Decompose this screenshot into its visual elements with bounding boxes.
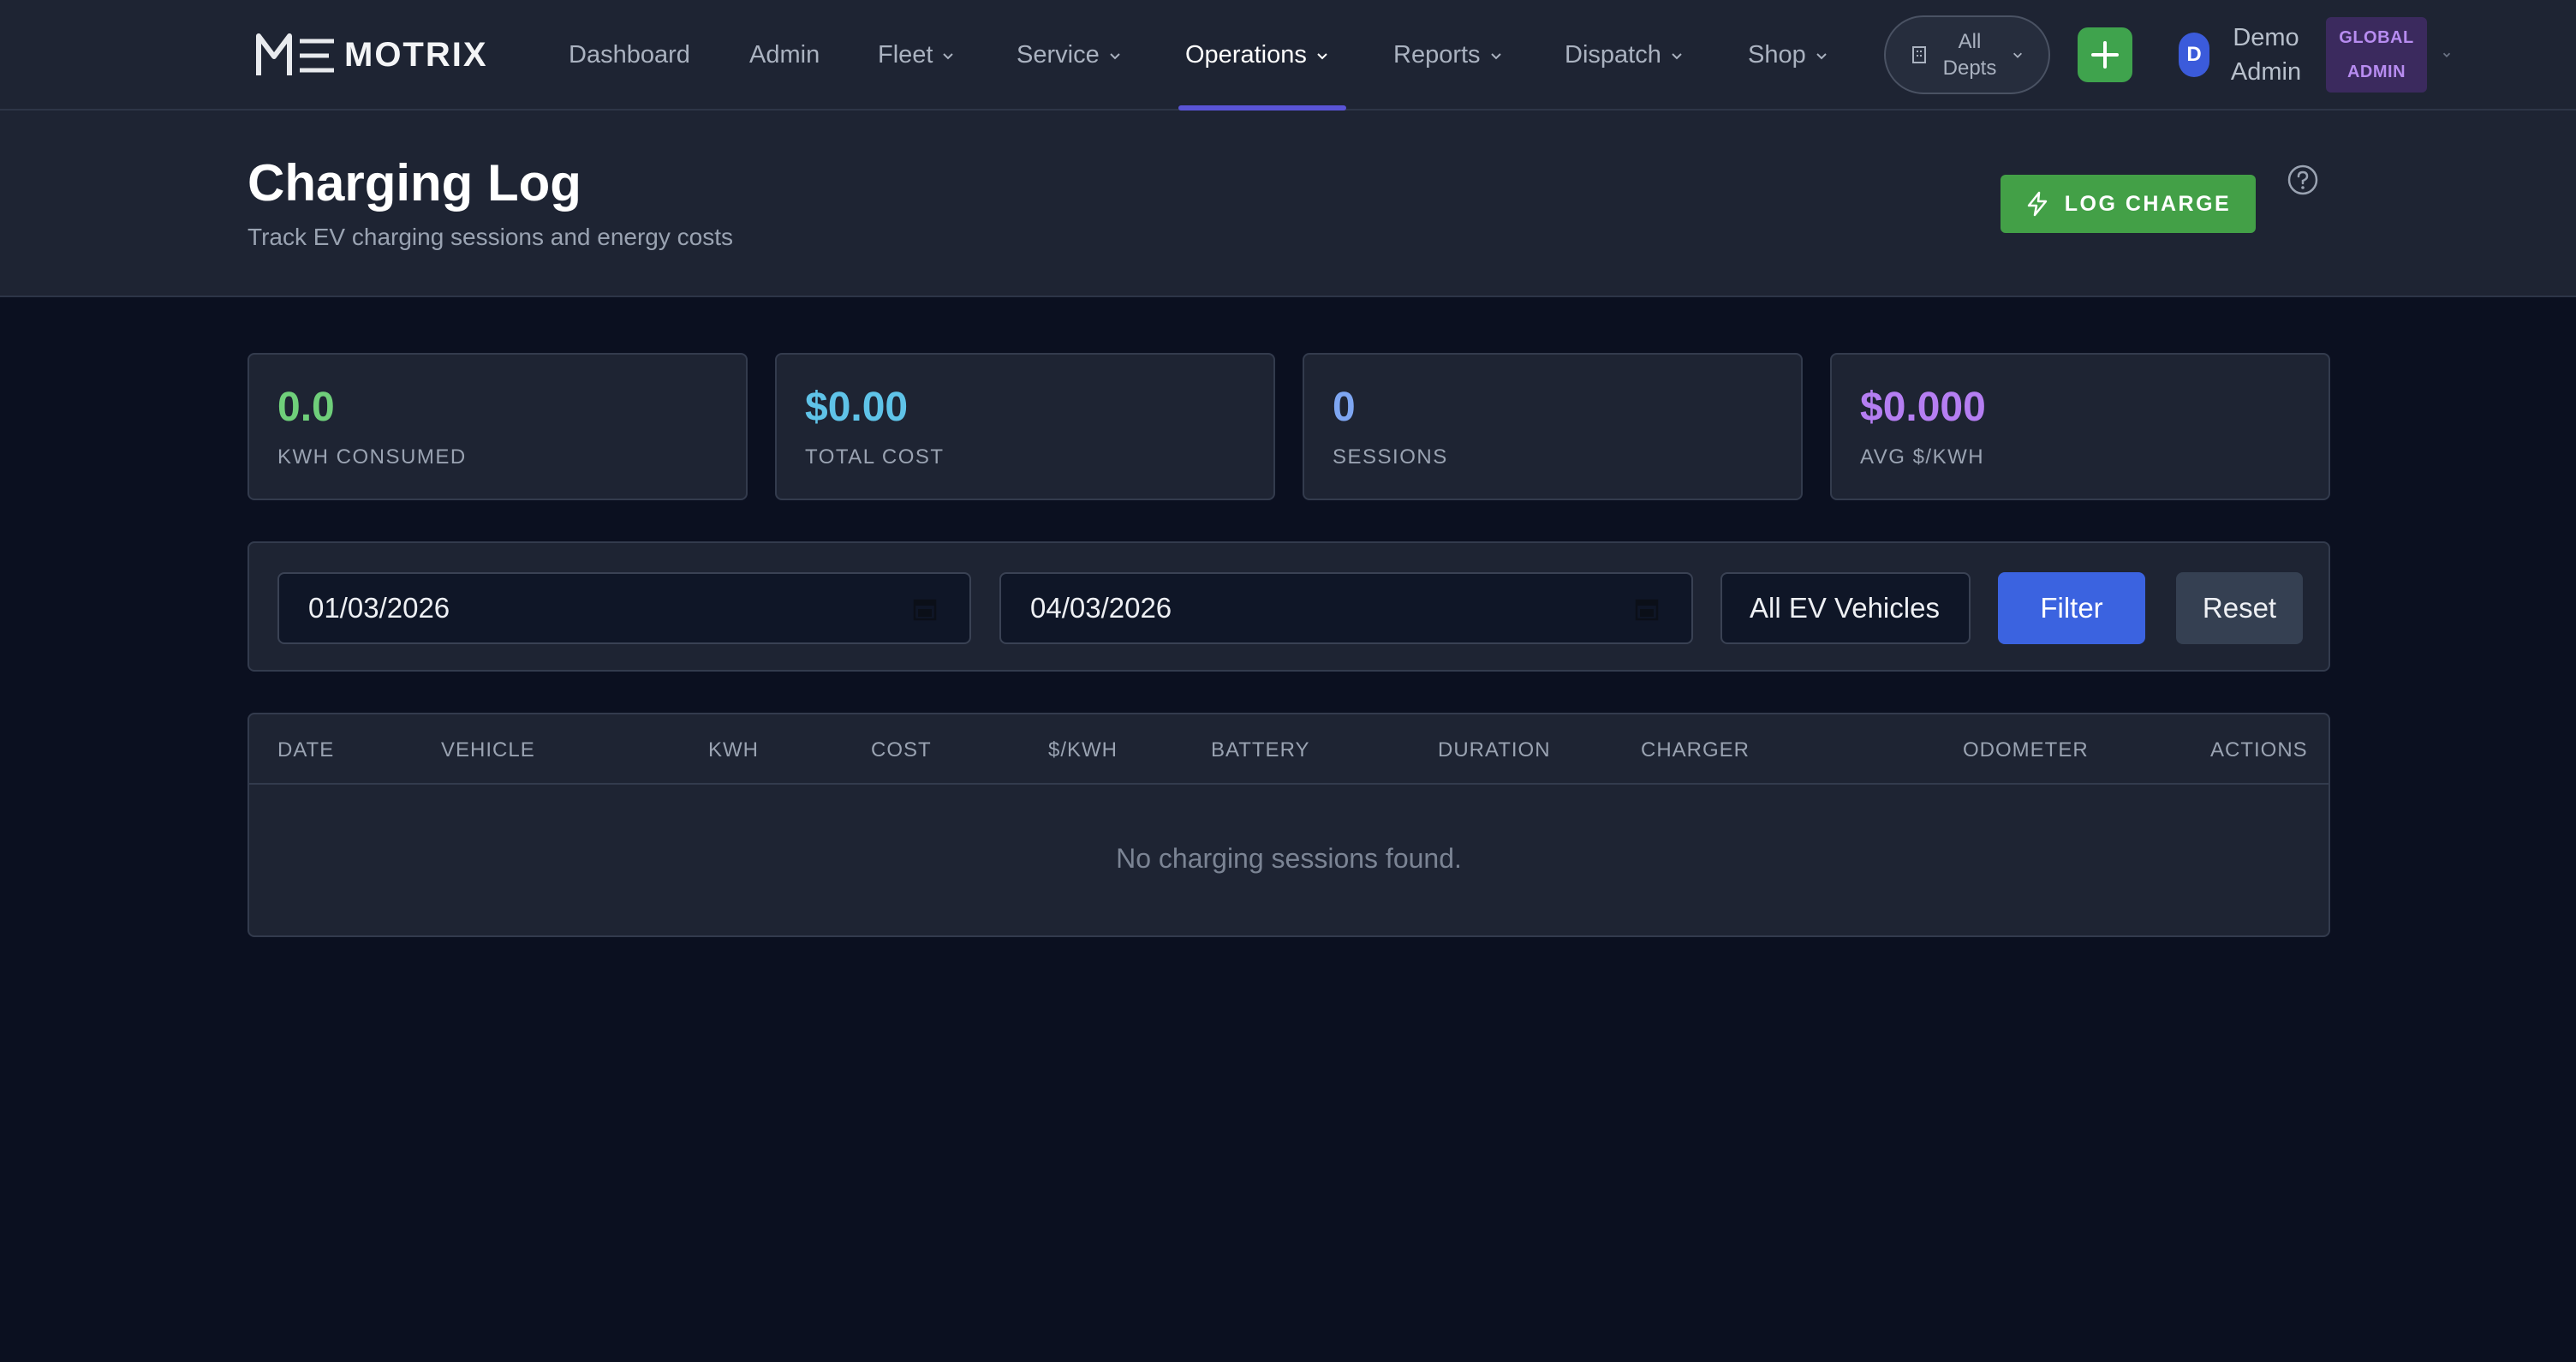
nav-shop[interactable]: Shop [1748, 0, 1828, 111]
nav-service[interactable]: Service [1017, 0, 1122, 111]
column-header-actions: ACTIONS [2210, 738, 2308, 762]
chevron-down-icon [1490, 52, 1501, 59]
column-header-battery[interactable]: BATTERY [1211, 738, 1309, 762]
user-name-line2: Admin [2230, 58, 2302, 86]
page-title: Charging Log [247, 154, 581, 212]
filter-button[interactable]: Filter [1998, 572, 2145, 644]
column-header-odometer[interactable]: ODOMETER [1963, 738, 2089, 762]
nav-label: Operations [1185, 41, 1307, 69]
nav-operations[interactable]: Operations [1185, 0, 1329, 111]
nav-fleet[interactable]: Fleet [878, 0, 955, 111]
quick-add-button[interactable] [2078, 27, 2132, 82]
top-nav: MOTRIX Dashboard Admin Fleet Service Ope… [0, 0, 2576, 111]
avatar[interactable]: D [2179, 33, 2209, 77]
calendar-icon[interactable] [913, 596, 937, 622]
column-header-kwh[interactable]: KWH [708, 738, 759, 762]
chevron-down-icon [1109, 52, 1120, 59]
stat-card-sessions: 0 SESSIONS [1303, 353, 1803, 500]
start-date-value: 01/03/2026 [308, 592, 450, 624]
reset-button[interactable]: Reset [2176, 572, 2303, 644]
nav-label: Reports [1393, 41, 1481, 69]
chevron-down-icon [943, 52, 954, 59]
table-header: DATE VEHICLE KWH COST $/KWH BATTERY DURA… [249, 714, 2329, 785]
column-header-date[interactable]: DATE [277, 738, 334, 762]
user-name[interactable]: Demo Admin [2223, 21, 2309, 89]
role-badge: GLOBAL ADMIN [2326, 17, 2427, 93]
help-icon[interactable] [2287, 164, 2319, 196]
motrix-logo-icon [256, 33, 334, 75]
stat-value: $0.000 [1860, 385, 1986, 430]
nav-label: Fleet [878, 41, 933, 69]
role-badge-line2: ADMIN [2346, 63, 2406, 81]
log-charge-button[interactable]: LOG CHARGE [2001, 175, 2256, 233]
filter-bar: 01/03/2026 04/03/2026 All EV Vehicles Fi… [247, 541, 2330, 672]
end-date-input[interactable]: 04/03/2026 [999, 572, 1693, 644]
brand-name: MOTRIX [344, 35, 488, 74]
log-charge-label: LOG CHARGE [2064, 191, 2232, 216]
role-badge-line1: GLOBAL [2339, 28, 2414, 47]
nav-dispatch[interactable]: Dispatch [1565, 0, 1684, 111]
nav-label: Admin [749, 41, 820, 69]
stat-card-kwh: 0.0 KWH CONSUMED [247, 353, 748, 500]
stat-label: TOTAL COST [805, 445, 945, 469]
vehicle-select[interactable]: All EV Vehicles [1720, 572, 1971, 644]
chevron-down-icon [1317, 52, 1327, 59]
column-header-duration[interactable]: DURATION [1438, 738, 1551, 762]
column-header-per-kwh[interactable]: $/KWH [1048, 738, 1118, 762]
calendar-icon[interactable] [1635, 596, 1659, 622]
nav-label: Service [1017, 41, 1100, 69]
user-name-line1: Demo [2233, 24, 2299, 51]
start-date-input[interactable]: 01/03/2026 [277, 572, 971, 644]
vehicle-select-value: All EV Vehicles [1750, 592, 1940, 624]
filter-button-label: Filter [2040, 592, 2103, 624]
reset-button-label: Reset [2202, 592, 2277, 624]
end-date-value: 04/03/2026 [1030, 592, 1172, 624]
nav-dashboard[interactable]: Dashboard [569, 0, 690, 111]
nav-reports[interactable]: Reports [1393, 0, 1503, 111]
charging-sessions-table: DATE VEHICLE KWH COST $/KWH BATTERY DURA… [247, 713, 2330, 937]
stat-label: SESSIONS [1333, 445, 1448, 469]
lightning-bolt-icon [2027, 191, 2048, 217]
stat-card-total-cost: $0.00 TOTAL COST [775, 353, 1275, 500]
stat-value: $0.00 [805, 385, 909, 430]
column-header-charger[interactable]: CHARGER [1641, 738, 1750, 762]
nav-label: Dispatch [1565, 41, 1661, 69]
department-selector[interactable]: All Depts [1884, 15, 2050, 94]
stat-value: 0 [1333, 385, 1356, 430]
stat-value: 0.0 [277, 385, 335, 430]
department-label-line1: All [1958, 30, 1982, 53]
nav-label: Shop [1748, 41, 1806, 69]
chevron-down-icon [1816, 52, 1827, 59]
column-header-cost[interactable]: COST [871, 738, 932, 762]
nav-admin[interactable]: Admin [749, 0, 820, 111]
page-subtitle: Track EV charging sessions and energy co… [247, 224, 734, 250]
building-icon [1912, 46, 1926, 63]
stat-label: KWH CONSUMED [277, 445, 467, 469]
chevron-down-icon [1672, 52, 1682, 59]
brand-logo[interactable]: MOTRIX [255, 29, 488, 81]
empty-state-message: No charging sessions found. [1116, 843, 1462, 874]
column-header-vehicle[interactable]: VEHICLE [441, 738, 535, 762]
chevron-down-icon [2013, 52, 2022, 58]
stat-label: AVG $/KWH [1860, 445, 1985, 469]
department-label: All Depts [1940, 28, 2000, 81]
user-menu-chevron-icon[interactable] [2441, 49, 2453, 61]
department-label-line2: Depts [1942, 57, 1997, 80]
plus-icon [2091, 41, 2119, 69]
page-header: Charging Log Track EV charging sessions … [0, 111, 2576, 297]
nav-label: Dashboard [569, 41, 690, 69]
stat-card-avg-cost: $0.000 AVG $/KWH [1830, 353, 2330, 500]
